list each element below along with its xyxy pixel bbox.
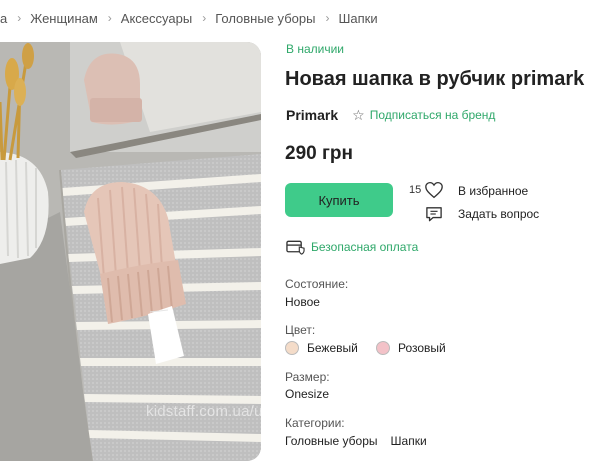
product-title: Новая шапка в рубчик primark	[285, 68, 585, 90]
star-icon[interactable]: ☆	[352, 108, 365, 122]
subscribe-brand-link[interactable]: Подписаться на бренд	[370, 108, 496, 122]
watermark: kidstaff.com.ua/user-1158464.html	[146, 403, 261, 420]
color-swatch	[285, 341, 299, 355]
brand-link[interactable]: Primark	[286, 107, 338, 123]
heart-icon[interactable]	[424, 181, 444, 199]
color-name: Розовый	[398, 341, 446, 355]
price: 290 грн	[285, 143, 353, 164]
breadcrumb-item-hats[interactable]: Шапки	[338, 11, 377, 26]
color-name: Бежевый	[307, 341, 358, 355]
chevron-right-icon: ›	[325, 11, 330, 25]
size-label: Размер:	[285, 370, 330, 384]
categories-label: Категории:	[285, 416, 345, 430]
size-value: Onesize	[285, 387, 330, 401]
add-to-favorites-link[interactable]: В избранное	[458, 184, 528, 198]
breadcrumb-item[interactable]: а	[0, 11, 7, 26]
color-option-beige[interactable]: Бежевый	[285, 341, 358, 355]
message-icon[interactable]	[425, 206, 443, 222]
product-photo[interactable]: kidstaff.com.ua/user-1158464.html	[0, 42, 261, 461]
favorites-count: 15	[409, 184, 422, 196]
secure-payment-icon	[286, 240, 305, 255]
breadcrumb: а › Женщинам › Аксессуары › Головные убо…	[0, 9, 378, 27]
condition-label: Состояние:	[285, 277, 349, 291]
buy-button[interactable]: Купить	[285, 183, 393, 217]
color-label: Цвет:	[285, 323, 316, 337]
brand-row: Primark ☆ Подписаться на бренд	[286, 106, 495, 124]
breadcrumb-item-women[interactable]: Женщинам	[30, 11, 98, 26]
color-option-pink[interactable]: Розовый	[376, 341, 446, 355]
color-swatch	[376, 341, 390, 355]
availability-status: В наличии	[286, 42, 345, 56]
chevron-right-icon: ›	[17, 11, 22, 25]
chevron-right-icon: ›	[107, 11, 112, 25]
secure-payment-link[interactable]: Безопасная оплата	[311, 240, 418, 254]
breadcrumb-item-headwear[interactable]: Головные уборы	[215, 11, 315, 26]
chevron-right-icon: ›	[202, 11, 207, 25]
breadcrumb-item-accessories[interactable]: Аксессуары	[121, 11, 192, 26]
category-link-headwear[interactable]: Головные уборы	[285, 434, 378, 448]
category-link-hats[interactable]: Шапки	[391, 434, 427, 448]
condition-value: Новое	[285, 295, 320, 309]
categories-list: Головные уборы Шапки	[285, 434, 427, 448]
ask-question-link[interactable]: Задать вопрос	[458, 207, 539, 221]
